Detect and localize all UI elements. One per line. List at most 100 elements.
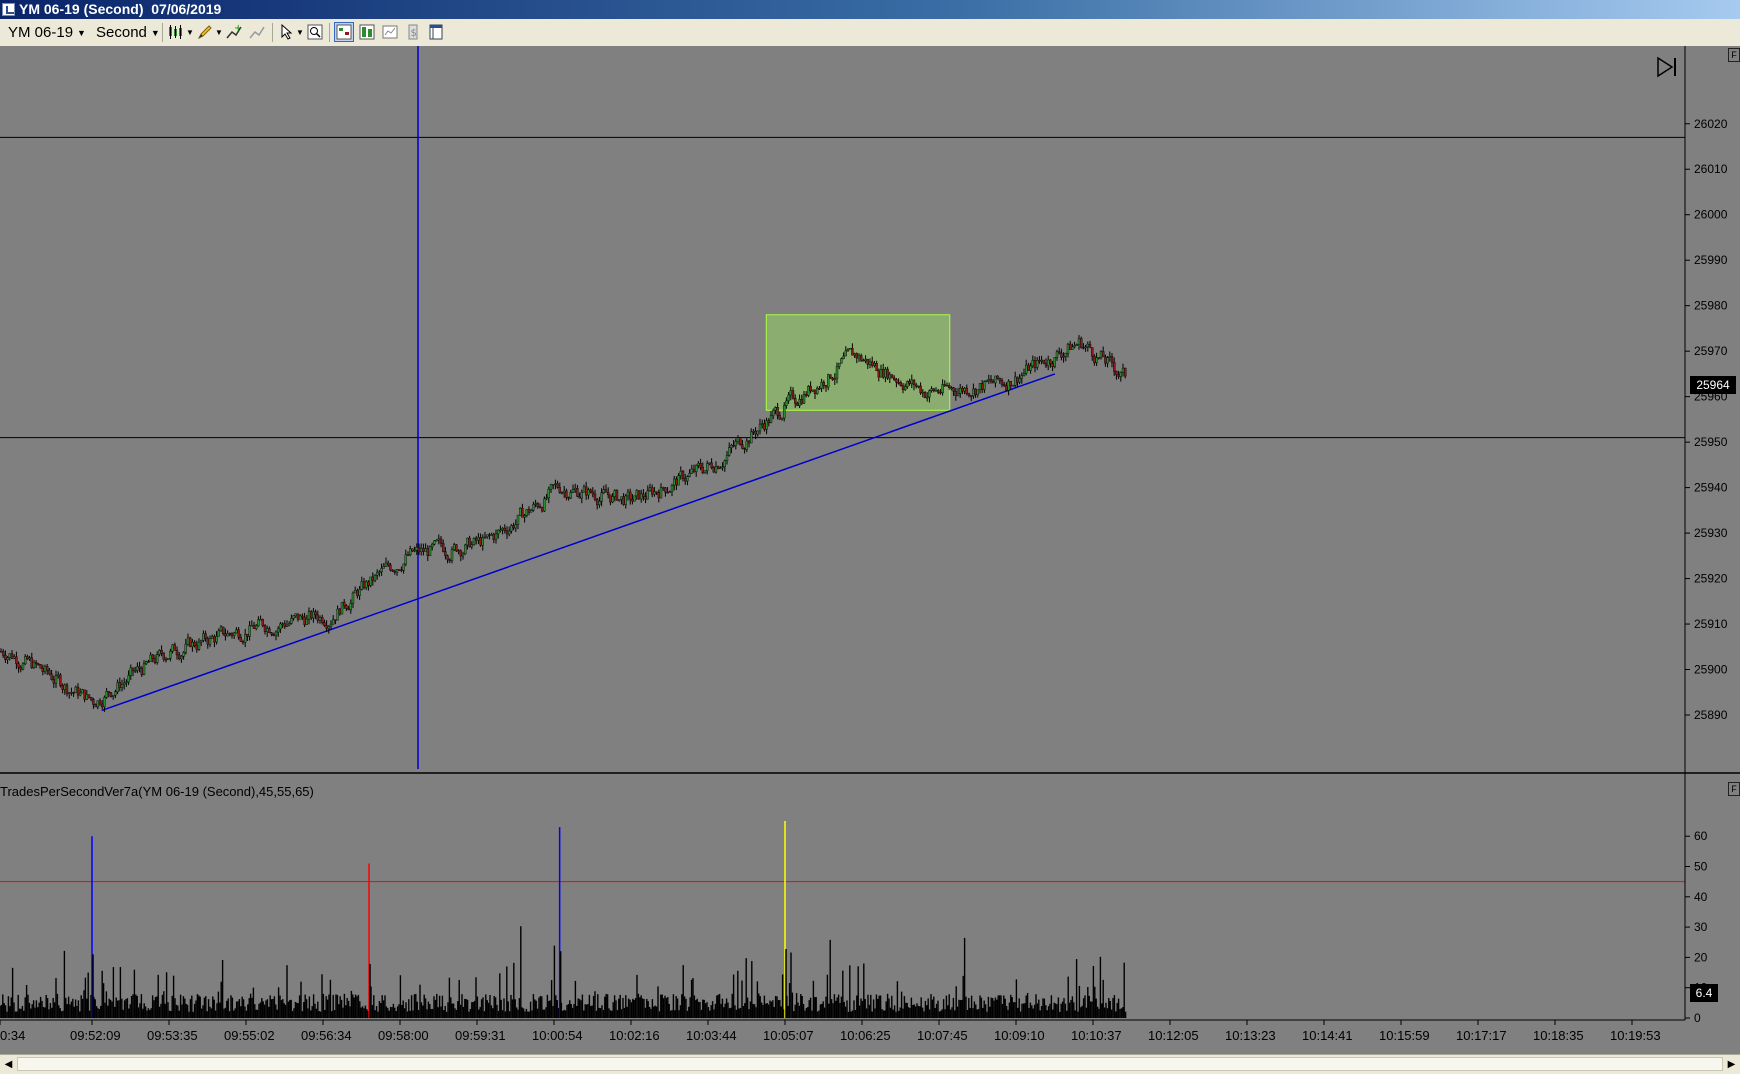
candle-body xyxy=(28,657,31,660)
candle-body xyxy=(439,538,443,544)
candle-body xyxy=(481,537,484,546)
toolbar-separator xyxy=(162,23,163,42)
candle-body xyxy=(446,555,449,561)
candle-body xyxy=(752,430,755,433)
candle-body xyxy=(138,666,141,669)
chevron-down-icon[interactable]: ▼ xyxy=(186,22,194,43)
candlestick-style-icon[interactable] xyxy=(167,23,185,41)
time-tick-label: 10:14:41 xyxy=(1302,1028,1353,1043)
candle-body xyxy=(866,358,869,365)
candle-body xyxy=(545,497,548,500)
chart-canvas[interactable]: 2602026010260002599025980259702596025950… xyxy=(0,46,1740,1054)
candle-body xyxy=(8,653,12,658)
candle-body xyxy=(956,393,960,396)
panel-pin-icon[interactable]: F xyxy=(1728,48,1740,62)
period-selector[interactable]: Second ▼ xyxy=(96,22,160,43)
time-tick-label: 10:13:23 xyxy=(1225,1028,1276,1043)
candle-body xyxy=(692,468,696,472)
price-tick-label: 25900 xyxy=(1694,663,1728,677)
candle-body xyxy=(221,626,225,634)
candle-body xyxy=(919,385,922,394)
scroll-right-icon[interactable]: ▶ xyxy=(1723,1055,1740,1074)
candle-body xyxy=(827,374,830,388)
candle-body xyxy=(851,348,854,356)
candle-body xyxy=(747,440,751,444)
candle-body xyxy=(424,548,427,552)
candle-body xyxy=(46,666,49,671)
candle-body xyxy=(899,382,902,386)
candle-body xyxy=(1119,372,1123,377)
candle-body xyxy=(774,407,777,411)
time-tick-label: 10:02:16 xyxy=(609,1028,660,1043)
pencil-draw-icon[interactable] xyxy=(196,23,214,41)
candle-body xyxy=(486,534,489,538)
chevron-down-icon[interactable]: ▼ xyxy=(296,22,304,43)
svg-text:+: + xyxy=(234,23,242,34)
candle-body xyxy=(543,498,546,512)
candle-body xyxy=(741,444,744,449)
chart-toolbar: YM 06-19 ▼ Second ▼ ▼ ▼ + ▼ $ xyxy=(0,19,1740,47)
candle-body xyxy=(567,497,570,499)
pointer-cursor-icon[interactable] xyxy=(278,23,296,41)
candle-body xyxy=(604,489,608,493)
data-box-icon[interactable] xyxy=(358,23,376,41)
candle-body xyxy=(732,444,735,447)
horizontal-scrollbar[interactable]: ◀ ▶ xyxy=(0,1054,1740,1074)
candle-body xyxy=(239,636,243,642)
candle-body xyxy=(1020,375,1023,379)
candle-body xyxy=(468,537,471,548)
candle-body xyxy=(783,405,786,419)
candle-body xyxy=(389,564,392,571)
candle-body xyxy=(598,501,601,505)
candle-body xyxy=(822,381,825,386)
candle-body xyxy=(642,493,645,497)
candle-body xyxy=(1088,343,1092,348)
candle-body xyxy=(1031,360,1035,367)
candle-body xyxy=(932,388,935,392)
candle-body xyxy=(336,608,339,621)
candle-body xyxy=(292,615,295,619)
scroll-thumb[interactable] xyxy=(17,1057,1723,1071)
instrument-selector[interactable]: YM 06-19 ▼ xyxy=(8,22,86,43)
candle-body xyxy=(703,470,707,474)
candle-body xyxy=(736,437,740,442)
add-strategy-icon[interactable] xyxy=(248,23,266,41)
candle-body xyxy=(653,491,656,495)
candle-body xyxy=(43,666,47,672)
candle-body xyxy=(879,368,883,378)
indicator-tick-label: 20 xyxy=(1694,950,1708,964)
candle-body xyxy=(763,423,766,430)
candle-body xyxy=(950,387,953,389)
window-layout-icon[interactable] xyxy=(427,23,445,41)
dollar-icon[interactable]: $ xyxy=(404,23,422,41)
chevron-down-icon[interactable]: ▼ xyxy=(215,22,223,43)
candle-body xyxy=(983,381,986,390)
candle-body xyxy=(497,529,500,535)
chart-trader-icon[interactable] xyxy=(334,22,354,42)
chart-properties-icon[interactable] xyxy=(381,23,399,41)
panel-pin-icon[interactable]: F xyxy=(1728,782,1740,796)
candle-body xyxy=(100,703,104,708)
scroll-to-end-button[interactable] xyxy=(1655,55,1679,79)
candle-body xyxy=(184,643,188,653)
scroll-left-icon[interactable]: ◀ xyxy=(0,1055,17,1074)
candle-body xyxy=(193,641,196,646)
candle-body xyxy=(1104,356,1107,364)
candle-body xyxy=(1014,376,1017,386)
candle-body xyxy=(142,663,146,675)
add-indicator-icon[interactable]: + xyxy=(225,23,243,41)
candle-body xyxy=(169,651,172,659)
zoom-icon[interactable] xyxy=(306,23,324,41)
candle-body xyxy=(1106,357,1109,364)
candle-body xyxy=(144,661,148,665)
candle-body xyxy=(787,394,790,402)
time-tick-label: 09:52:09 xyxy=(70,1028,121,1043)
candle-body xyxy=(1057,351,1061,354)
candle-body xyxy=(576,488,579,497)
toolbar-separator xyxy=(272,23,273,42)
candle-body xyxy=(323,622,326,626)
candle-body xyxy=(706,463,709,471)
candle-body xyxy=(387,562,390,566)
candle-body xyxy=(857,355,861,359)
candle-body xyxy=(266,628,269,632)
